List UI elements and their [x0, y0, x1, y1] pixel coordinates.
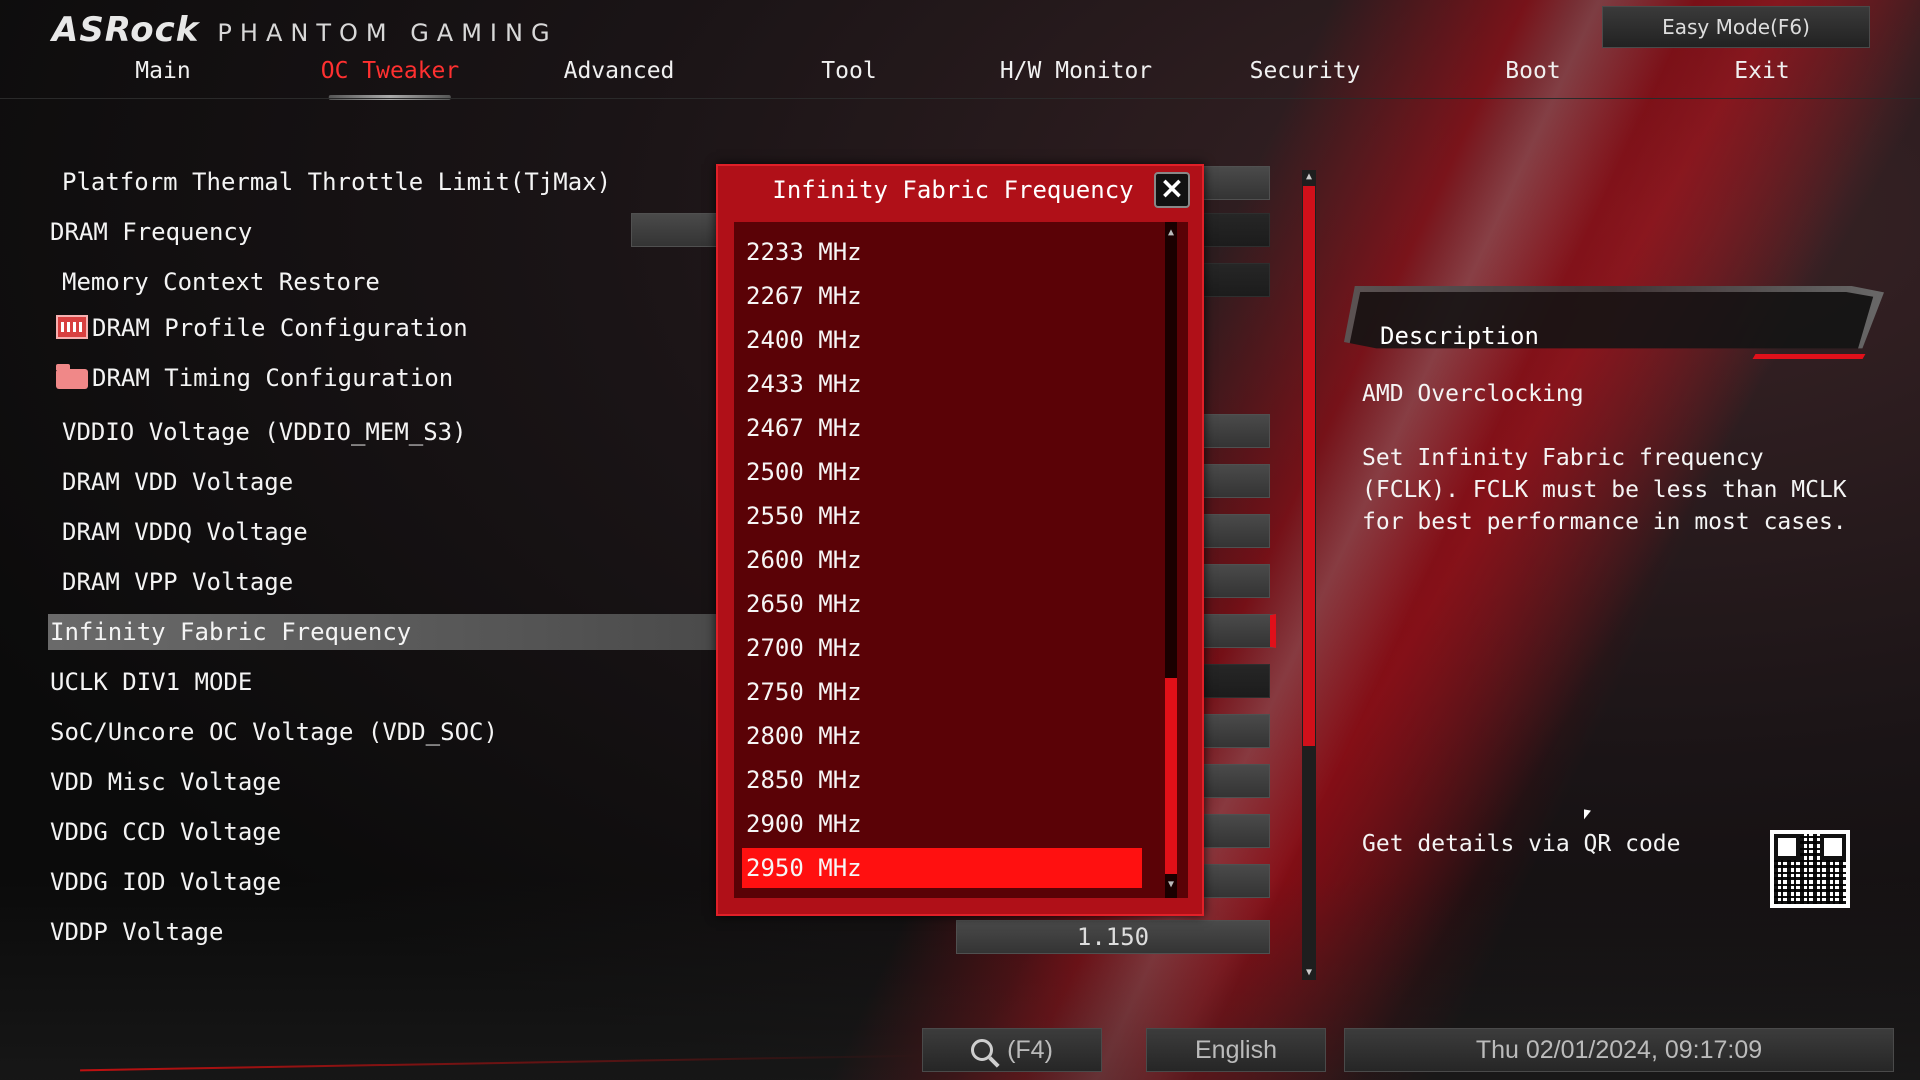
datetime-display[interactable]: Thu 02/01/2024, 09:17:09: [1344, 1028, 1894, 1072]
tab-advanced[interactable]: Advanced: [564, 58, 675, 100]
menu-item-tjmax[interactable]: Platform Thermal Throttle Limit(TjMax): [62, 164, 611, 200]
memory-icon: [56, 315, 88, 339]
value-uclk-div1-mode[interactable]: [1200, 664, 1270, 698]
menu-item-dram-timing-config[interactable]: DRAM Timing Configuration: [56, 360, 453, 396]
search-icon: [971, 1039, 994, 1061]
series-name: PHANTOM GAMING: [217, 19, 558, 47]
menu-item-soc-voltage[interactable]: SoC/Uncore OC Voltage (VDD_SOC): [50, 714, 498, 750]
option-item[interactable]: 2433 MHz: [742, 364, 1142, 404]
mouse-cursor-icon: [1584, 809, 1591, 821]
menu-item-infinity-fabric-frequency[interactable]: Infinity Fabric Frequency: [48, 614, 718, 650]
tab-exit[interactable]: Exit: [1734, 58, 1789, 100]
scroll-down-icon[interactable]: ▼: [1164, 878, 1178, 892]
main-scrollbar-thumb[interactable]: [1303, 186, 1315, 746]
value-soc-voltage[interactable]: [1200, 714, 1270, 748]
scroll-up-icon[interactable]: ▲: [1164, 226, 1178, 240]
option-item[interactable]: 2900 MHz: [742, 804, 1142, 844]
menu-item-vdd-misc-voltage[interactable]: VDD Misc Voltage: [50, 764, 281, 800]
tab-security[interactable]: Security: [1250, 58, 1361, 100]
qr-label: Get details via QR code: [1362, 831, 1681, 857]
scroll-up-icon[interactable]: ▲: [1302, 170, 1316, 184]
value-vddg-iod-voltage[interactable]: [1200, 864, 1270, 898]
dialog-scrollbar[interactable]: ▲ ▼: [1162, 222, 1180, 898]
description-subtitle: AMD Overclocking: [1362, 381, 1584, 407]
menu-item-label: DRAM Profile Configuration: [92, 314, 468, 342]
tab-oc-tweaker[interactable]: OC Tweaker: [321, 58, 459, 100]
menu-item-dram-vpp-voltage[interactable]: DRAM VPP Voltage: [62, 564, 293, 600]
menu-item-vddio-voltage[interactable]: VDDIO Voltage (VDDIO_MEM_S3): [62, 414, 467, 450]
value-dram-vpp-voltage[interactable]: [1200, 564, 1270, 598]
menu-item-label: DRAM Timing Configuration: [92, 364, 454, 392]
description-accent: [1752, 354, 1866, 359]
option-item[interactable]: 2800 MHz: [742, 716, 1142, 756]
description-header: Description: [1344, 286, 1884, 366]
value-vddp-voltage[interactable]: 1.150: [956, 920, 1270, 954]
scroll-down-icon[interactable]: ▼: [1302, 966, 1316, 980]
description-line-2: (FCLK). FCLK must be less than MCLK: [1362, 477, 1847, 503]
qr-code: [1770, 830, 1850, 908]
value-vddio-voltage[interactable]: [1200, 414, 1270, 448]
tab-tool[interactable]: Tool: [821, 58, 876, 100]
value-vdd-misc-voltage[interactable]: [1200, 764, 1270, 798]
menu-item-vddp-voltage[interactable]: VDDP Voltage: [50, 914, 223, 950]
value-dram-vdd-voltage[interactable]: [1200, 464, 1270, 498]
search-button[interactable]: (F4): [922, 1028, 1102, 1072]
phantom-gaming-logo-icon: [22, 990, 92, 1070]
tab-hw-monitor[interactable]: H/W Monitor: [1000, 58, 1152, 100]
main-scrollbar[interactable]: ▲ ▼: [1302, 170, 1316, 980]
brand-logo: ASRock PHANTOM GAMING: [52, 10, 558, 50]
value-tjmax[interactable]: [1200, 166, 1270, 200]
menu-item-dram-frequency[interactable]: DRAM Frequency: [50, 214, 252, 250]
value-infinity-fabric-frequency[interactable]: [1200, 614, 1276, 648]
close-icon[interactable]: ×: [1154, 172, 1190, 208]
main-nav: Main OC Tweaker Advanced Tool H/W Monito…: [0, 58, 1920, 100]
brand-name: ASRock: [52, 10, 200, 50]
value-dram-vddq-voltage[interactable]: [1200, 514, 1270, 548]
option-item[interactable]: 2650 MHz: [742, 584, 1142, 624]
menu-item-dram-profile-config[interactable]: DRAM Profile Configuration: [56, 310, 468, 346]
folder-icon: [56, 364, 88, 389]
value-vddg-ccd-voltage[interactable]: [1200, 814, 1270, 848]
option-item[interactable]: 2233 MHz: [742, 232, 1142, 272]
search-shortcut: (F4): [1007, 1035, 1053, 1064]
menu-item-memory-context-restore[interactable]: Memory Context Restore: [62, 264, 380, 300]
menu-item-dram-vdd-voltage[interactable]: DRAM VDD Voltage: [62, 464, 293, 500]
tab-boot[interactable]: Boot: [1505, 58, 1560, 100]
value-memory-context-restore[interactable]: [1200, 263, 1270, 297]
option-item-selected[interactable]: 2950 MHz: [742, 848, 1142, 888]
option-item[interactable]: 2267 MHz: [742, 276, 1142, 316]
option-item[interactable]: 2750 MHz: [742, 672, 1142, 712]
description-line-3: for best performance in most cases.: [1362, 509, 1847, 535]
option-item[interactable]: 2700 MHz: [742, 628, 1142, 668]
dialog-scrollbar-thumb[interactable]: [1165, 678, 1177, 874]
option-item[interactable]: 2850 MHz: [742, 760, 1142, 800]
easy-mode-button[interactable]: Easy Mode(F6): [1602, 6, 1870, 48]
dialog-title: Infinity Fabric Frequency: [772, 176, 1134, 204]
menu-item-vddg-iod-voltage[interactable]: VDDG IOD Voltage: [50, 864, 281, 900]
option-item[interactable]: 2550 MHz: [742, 496, 1142, 536]
value-dram-frequency-end: [1200, 213, 1270, 247]
frequency-option-list: 2233 MHz 2267 MHz 2400 MHz 2433 MHz 2467…: [734, 222, 1188, 898]
description-title: Description: [1380, 322, 1539, 350]
tab-main[interactable]: Main: [135, 58, 190, 100]
menu-item-uclk-div1-mode[interactable]: UCLK DIV1 MODE: [50, 664, 252, 700]
menu-item-vddg-ccd-voltage[interactable]: VDDG CCD Voltage: [50, 814, 281, 850]
qr-pattern: [1774, 834, 1846, 904]
option-item[interactable]: 2500 MHz: [742, 452, 1142, 492]
option-item[interactable]: 2400 MHz: [742, 320, 1142, 360]
nav-divider: [0, 98, 1920, 99]
infinity-fabric-frequency-dialog: Infinity Fabric Frequency × 2233 MHz 226…: [716, 164, 1204, 916]
menu-item-dram-vddq-voltage[interactable]: DRAM VDDQ Voltage: [62, 514, 308, 550]
language-button[interactable]: English: [1146, 1028, 1326, 1072]
option-item[interactable]: 2467 MHz: [742, 408, 1142, 448]
option-item[interactable]: 2600 MHz: [742, 540, 1142, 580]
description-line-1: Set Infinity Fabric frequency: [1362, 445, 1764, 471]
